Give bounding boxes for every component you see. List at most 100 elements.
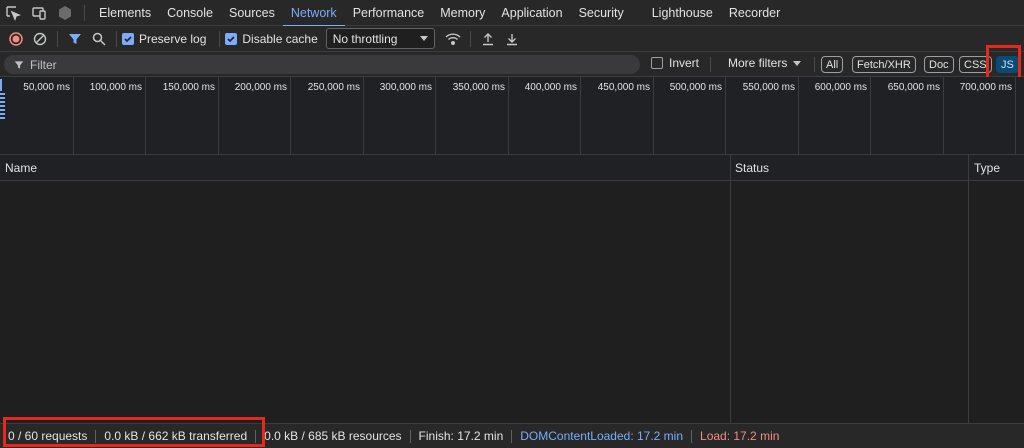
- filter-icon: [14, 60, 24, 69]
- timeline-gridline: [725, 77, 726, 155]
- timeline-gridline: [73, 77, 74, 155]
- timeline-tick-label: 150,000 ms: [162, 82, 215, 93]
- tab-sources[interactable]: Sources: [221, 0, 283, 26]
- tab-memory[interactable]: Memory: [432, 0, 493, 26]
- filter-placeholder: Filter: [30, 57, 57, 72]
- clear-icon: [33, 32, 47, 45]
- timeline-tick-label: 350,000 ms: [452, 82, 505, 93]
- column-header-type[interactable]: Type: [974, 161, 1000, 175]
- timeline-gridline: [290, 77, 291, 155]
- finish-time: Finish: 17.2 min: [418, 429, 504, 443]
- highlight-box-js-filter: [986, 45, 1021, 81]
- filter-icon: [69, 33, 81, 44]
- timeline-tick-label: 550,000 ms: [742, 82, 795, 93]
- divider: [116, 30, 117, 47]
- dropdown-caret-icon: [793, 60, 802, 66]
- timeline-tick-label: 650,000 ms: [887, 82, 940, 93]
- search-button[interactable]: [87, 27, 111, 51]
- timeline-gridline: [145, 77, 146, 155]
- divider: [469, 30, 471, 47]
- filter-chip-all[interactable]: All: [821, 56, 844, 73]
- disable-cache-label: Disable cache: [242, 31, 318, 46]
- device-toolbar-icon[interactable]: [26, 0, 52, 26]
- more-filters-button[interactable]: More filters: [728, 56, 802, 70]
- wifi-settings-icon: [445, 32, 461, 45]
- tab-lighthouse[interactable]: Lighthouse: [644, 0, 721, 26]
- timeline-gridline: [653, 77, 654, 155]
- throttling-value: No throttling: [332, 31, 398, 46]
- record-icon: [9, 31, 23, 46]
- export-har-button[interactable]: [500, 27, 524, 51]
- preserve-log-label: Preserve log: [139, 31, 207, 46]
- filter-chip-doc[interactable]: Doc: [924, 56, 954, 73]
- filter-chip-fetch-xhr[interactable]: Fetch/XHR: [852, 56, 916, 73]
- timeline-gridline: [870, 77, 871, 155]
- tab-network[interactable]: Network: [282, 0, 345, 27]
- divider: [710, 57, 711, 72]
- disable-cache-checkbox[interactable]: Disable cache: [225, 31, 318, 46]
- network-conditions-button[interactable]: [441, 27, 465, 51]
- requests-table-body[interactable]: [0, 181, 1024, 423]
- clear-button[interactable]: [28, 27, 52, 51]
- upload-icon: [482, 32, 493, 45]
- tab-performance[interactable]: Performance: [345, 0, 433, 26]
- timeline-gridline: [435, 77, 436, 155]
- divider: [219, 30, 221, 47]
- timeline-tick-label: 600,000 ms: [814, 82, 867, 93]
- resources-size: 0.0 kB / 685 kB resources: [264, 429, 402, 443]
- timeline-gridline: [943, 77, 944, 155]
- timeline-tick-label: 250,000 ms: [307, 82, 360, 93]
- checkbox-unchecked-icon[interactable]: [651, 57, 663, 69]
- divider: [814, 57, 815, 72]
- devtools-tab-bar: Elements Console Sources Network Perform…: [0, 0, 1024, 27]
- tab-security[interactable]: Security: [571, 0, 632, 26]
- column-header-status[interactable]: Status: [735, 161, 769, 175]
- load-time: Load: 17.2 min: [700, 429, 780, 443]
- invert-label: Invert: [669, 56, 700, 70]
- record-button[interactable]: [4, 27, 28, 51]
- timeline-tick-label: 450,000 ms: [597, 82, 650, 93]
- timeline-gridline: [1015, 77, 1016, 155]
- throttling-select[interactable]: No throttling: [325, 28, 435, 49]
- highlight-box-requests-transferred: [3, 417, 265, 447]
- checkbox-checked-icon[interactable]: [122, 32, 134, 45]
- tab-console[interactable]: Console: [159, 0, 221, 26]
- invert-checkbox[interactable]: Invert: [651, 56, 699, 70]
- timeline-tick-label: 100,000 ms: [89, 82, 142, 93]
- filter-input[interactable]: Filter: [4, 55, 640, 74]
- timeline-tick-label: 700,000 ms: [959, 82, 1012, 93]
- column-divider[interactable]: [968, 155, 969, 423]
- dropdown-caret-icon: [419, 36, 428, 41]
- inspect-element-icon[interactable]: [0, 0, 26, 26]
- network-toolbar: Preserve log Disable cache No throttling: [0, 26, 1024, 52]
- search-icon: [92, 32, 106, 46]
- preserve-log-checkbox[interactable]: Preserve log: [122, 32, 206, 46]
- timeline-tick-label: 300,000 ms: [379, 82, 432, 93]
- requests-table-header: Name Status Type: [0, 155, 1024, 181]
- timeline-tick-label: 500,000 ms: [669, 82, 722, 93]
- tab-elements[interactable]: Elements: [91, 0, 159, 26]
- timeline-tick-label: 200,000 ms: [234, 82, 287, 93]
- filter-bar: Filter Invert More filters All Fetch/XHR…: [0, 45, 1024, 81]
- filter-toggle-button[interactable]: [63, 27, 87, 51]
- dom-content-loaded-time: DOMContentLoaded: 17.2 min: [520, 429, 684, 443]
- timeline-gridline: [508, 77, 509, 155]
- column-header-name[interactable]: Name: [5, 161, 37, 175]
- import-har-button[interactable]: [476, 27, 500, 51]
- timeline-gridline: [580, 77, 581, 155]
- divider: [84, 4, 85, 21]
- more-filters-label: More filters: [728, 56, 788, 70]
- timeline-gridline: [798, 77, 799, 155]
- column-divider[interactable]: [730, 155, 731, 423]
- network-overview-timeline[interactable]: 50,000 ms 100,000 ms 150,000 ms 200,000 ms 2…: [0, 77, 1024, 155]
- timeline-tick-label: 50,000 ms: [23, 82, 70, 93]
- divider: [57, 30, 58, 47]
- timeline-marker-icon: [0, 79, 5, 119]
- checkbox-checked-icon[interactable]: [225, 32, 238, 45]
- tab-recorder[interactable]: Recorder: [721, 0, 788, 26]
- timeline-gridline: [218, 77, 219, 155]
- extension-cube-icon[interactable]: [52, 0, 78, 26]
- tab-application[interactable]: Application: [493, 0, 570, 26]
- timeline-tick-label: 400,000 ms: [524, 82, 577, 93]
- timeline-gridline: [363, 77, 364, 155]
